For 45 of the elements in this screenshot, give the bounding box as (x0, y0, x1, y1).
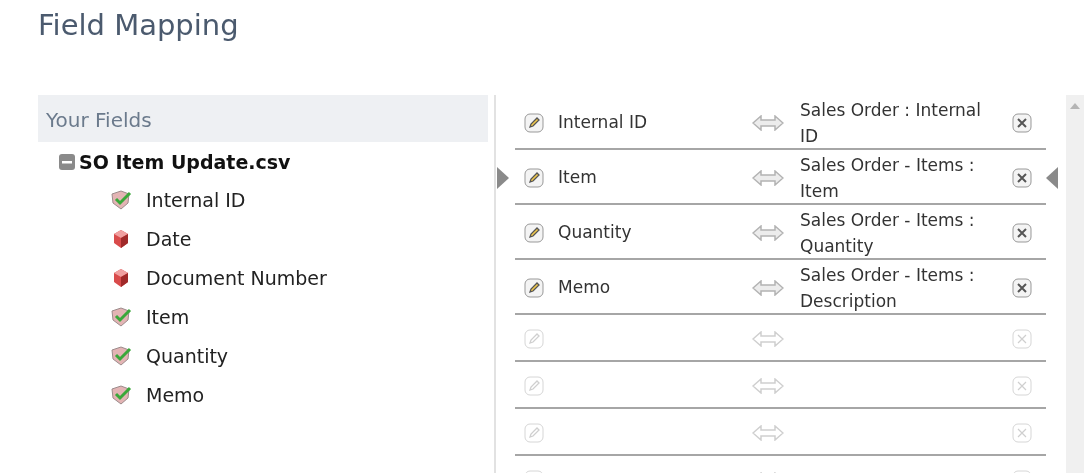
source-field: Internal ID (544, 109, 752, 136)
mapping-row[interactable]: Memo Sales Order - Items : Description (497, 260, 1058, 315)
double-arrow-icon (752, 114, 784, 131)
edit-icon[interactable] (524, 277, 544, 298)
double-arrow-icon (752, 377, 784, 394)
source-field: Memo (544, 274, 752, 301)
edit-icon (524, 375, 544, 396)
edit-icon (524, 422, 544, 443)
delete-icon (1012, 375, 1032, 396)
target-field: Sales Order : Internal ID (800, 96, 1004, 149)
double-arrow-icon (752, 424, 784, 441)
mapping-row[interactable]: Quantity Sales Order - Items : Quantity (497, 205, 1058, 260)
panel-header: Your Fields (38, 95, 488, 142)
field-name[interactable]: Date (146, 224, 192, 254)
edit-icon[interactable] (524, 112, 544, 133)
delete-icon[interactable] (1012, 167, 1032, 188)
edit-icon[interactable] (524, 222, 544, 243)
mapping-row[interactable]: Internal ID Sales Order : Internal ID (497, 95, 1058, 150)
mapping-row[interactable]: Item Sales Order - Items : Item (497, 150, 1058, 205)
edit-icon[interactable] (524, 167, 544, 188)
field-name[interactable]: Memo (146, 380, 205, 410)
file-name[interactable]: SO Item Update.csv (79, 148, 291, 177)
delete-icon[interactable] (1012, 277, 1032, 298)
source-field: Item (544, 164, 752, 191)
page-title: Field Mapping (38, 8, 240, 44)
delete-icon (1012, 422, 1032, 443)
delete-icon[interactable] (1012, 222, 1032, 243)
edit-icon (524, 328, 544, 349)
double-arrow-icon (752, 169, 784, 186)
double-arrow-icon (752, 224, 784, 241)
target-field: Sales Order - Items : Item (800, 151, 1004, 204)
target-field: Sales Order - Items : Quantity (800, 206, 1004, 259)
field-name[interactable]: Item (146, 302, 190, 332)
selection-marker-icon (1046, 166, 1058, 189)
delete-icon[interactable] (1012, 112, 1032, 133)
delete-icon (1012, 328, 1032, 349)
scrollbar[interactable] (1066, 95, 1084, 473)
field-name[interactable]: Quantity (146, 341, 229, 371)
double-arrow-icon (752, 330, 784, 347)
field-name[interactable]: Document Number (146, 263, 327, 293)
collapse-icon[interactable] (58, 153, 76, 172)
source-field: Quantity (544, 219, 752, 246)
field-name[interactable]: Internal ID (146, 185, 246, 215)
double-arrow-icon (752, 279, 784, 296)
target-field: Sales Order - Items : Description (800, 261, 1004, 314)
